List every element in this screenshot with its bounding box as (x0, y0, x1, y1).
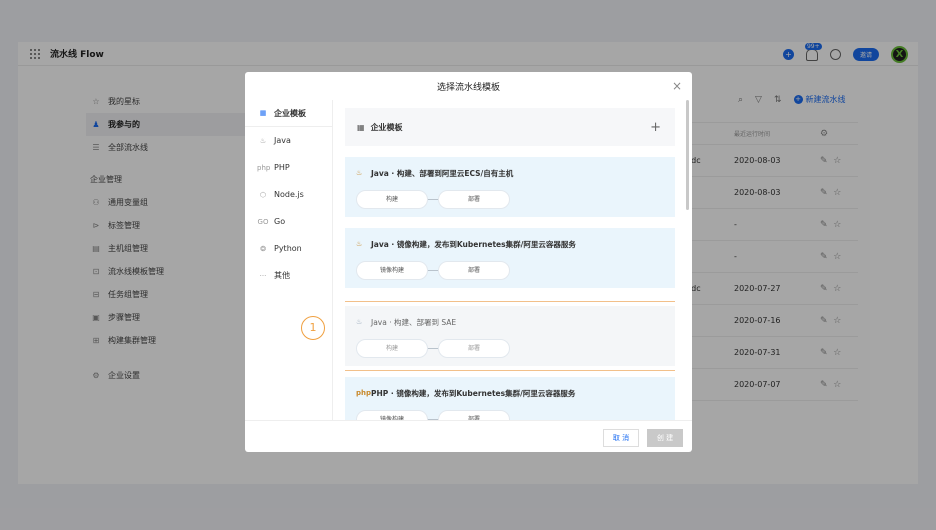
section-title: 企业模板 (370, 122, 403, 132)
template-card[interactable]: php PHP · 镜像构建，发布到Kubernetes集群/阿里云容器服务 镜像构… (345, 377, 675, 420)
template-card[interactable]: ♨ Java · 镜像构建，发布到Kubernetes集群/阿里云容器服务镜像构建… (345, 228, 675, 288)
template-title: Java · 镜像构建，发布到Kubernetes集群/阿里云容器服务 (371, 239, 576, 249)
more-icon: ··· (259, 271, 267, 280)
category-label: Java (274, 136, 291, 145)
stage-flow: 镜像构建 部署 (356, 410, 664, 420)
category-go[interactable]: GO Go (245, 208, 332, 235)
enterprise-icon: ▦ (259, 109, 267, 117)
template-card[interactable]: ♨ Java · 构建、部署到阿里云ECS/自有主机构建 部署 (345, 157, 675, 217)
category-label: 其他 (274, 271, 290, 280)
template-title-row: ♨ Java · 构建、部署到 SAE (356, 316, 664, 328)
stage-connector (428, 199, 438, 200)
create-button[interactable]: 创 建 (647, 429, 683, 447)
modal-footer: 取 消 创 建 (245, 420, 692, 452)
category-label: Node.js (274, 190, 304, 199)
stage-pill: 镜像构建 (356, 261, 428, 280)
template-modal: 选择流水线模板 × ▦ 企业模板 ♨ Java php PHP ⬡ Node.js GO Go ❂ P… (245, 72, 692, 452)
template-title-row: ♨ Java · 镜像构建，发布到Kubernetes集群/阿里云容器服务 (356, 238, 664, 250)
template-list: ▦ 企业模板 + ♨ Java · 构建、部署到阿里云ECS/自有主机 构建 部署 ♨ J… (345, 100, 675, 420)
category-java[interactable]: ♨ Java (245, 127, 332, 154)
stage-connector (428, 348, 438, 349)
stage-pill: 部署 (438, 410, 510, 420)
php-icon: php (257, 163, 271, 172)
category-list: ▦ 企业模板 ♨ Java php PHP ⬡ Node.js GO Go ❂ Python ··· 其他 (245, 100, 333, 420)
stage-flow: 镜像构建 部署 (356, 261, 664, 280)
php-icon: php (356, 389, 372, 397)
category-more[interactable]: ··· 其他 (245, 262, 332, 289)
category-label: Go (274, 217, 286, 226)
modal-title: 选择流水线模板 (436, 82, 500, 93)
modal-scrollbar[interactable] (686, 100, 689, 210)
stage-pill: 构建 (356, 190, 428, 209)
category-label: PHP (274, 163, 290, 172)
java-icon: ♨ (356, 169, 363, 177)
step-marker: 1 (301, 316, 325, 340)
stage-pill: 镜像构建 (356, 410, 428, 420)
stage-connector (428, 270, 438, 271)
category-enterprise[interactable]: ▦ 企业模板 (245, 100, 332, 127)
enterprise-icon: ▦ (357, 122, 365, 132)
category-php[interactable]: php PHP (245, 154, 332, 181)
java-icon: ♨ (356, 240, 363, 248)
stage-flow: 构建 部署 (356, 190, 664, 209)
stage-pill: 部署 (438, 190, 510, 209)
stage-pill: 构建 (356, 339, 428, 358)
cancel-button[interactable]: 取 消 (603, 429, 639, 447)
java-icon: ♨ (259, 136, 267, 145)
python-icon: ❂ (260, 244, 266, 253)
stage-flow: 构建 部署 (356, 339, 664, 358)
stage-pill: 部署 (438, 339, 510, 358)
go-icon: GO (257, 217, 269, 226)
template-title: Java · 构建、部署到 SAE (371, 317, 457, 327)
template-card[interactable]: ♨ Java · 构建、部署到 SAE 构建 部署 (345, 301, 675, 371)
template-title: Java · 构建、部署到阿里云ECS/自有主机 (371, 168, 514, 178)
nodejs-icon: ⬡ (259, 190, 267, 199)
section-header: ▦ 企业模板 + (345, 108, 675, 146)
close-icon[interactable]: × (672, 79, 682, 93)
template-title-row: php PHP · 镜像构建，发布到Kubernetes集群/阿里云容器服务 (356, 387, 664, 399)
modal-header: 选择流水线模板 × (245, 72, 692, 100)
stage-pill: 部署 (438, 261, 510, 280)
template-title: PHP · 镜像构建，发布到Kubernetes集群/阿里云容器服务 (371, 388, 576, 398)
category-label: Python (274, 244, 302, 253)
java-icon: ♨ (356, 318, 363, 326)
category-python[interactable]: ❂ Python (245, 235, 332, 262)
template-title-row: ♨ Java · 构建、部署到阿里云ECS/自有主机 (356, 167, 664, 179)
add-template-button[interactable]: + (650, 120, 661, 135)
category-nodejs[interactable]: ⬡ Node.js (245, 181, 332, 208)
category-label: 企业模板 (274, 108, 306, 118)
